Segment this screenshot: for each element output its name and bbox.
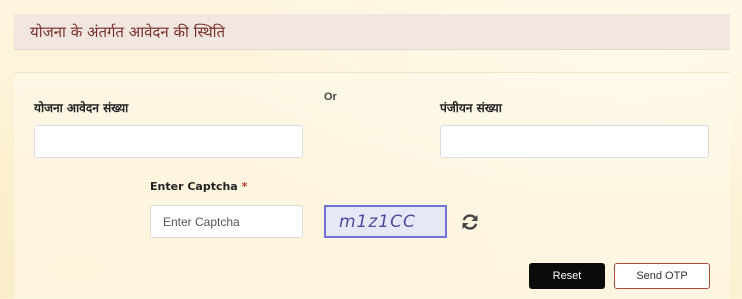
required-asterisk: * <box>241 180 248 193</box>
page-background: योजना के अंतर्गत आवेदन की स्थिति योजना आ… <box>0 0 742 299</box>
reset-button[interactable]: Reset <box>529 263 605 289</box>
or-separator: Or <box>324 91 337 103</box>
page-header: योजना के अंतर्गत आवेदन की स्थिति <box>14 14 730 50</box>
page-title: योजना के अंतर्गत आवेदन की स्थिति <box>30 23 226 41</box>
registration-number-input[interactable] <box>440 125 709 158</box>
refresh-icon[interactable] <box>460 212 480 232</box>
refresh-icon-graphic <box>462 214 478 230</box>
registration-number-label: पंजीयन संख्या <box>440 101 502 115</box>
captcha-label: Enter Captcha * <box>150 180 247 193</box>
send-otp-button[interactable]: Send OTP <box>614 263 710 289</box>
application-number-label: योजना आवेदन संख्या <box>34 101 129 115</box>
application-number-input[interactable] <box>34 125 303 158</box>
captcha-image: m1z1CC <box>324 205 447 238</box>
captcha-image-text: m1z1CC <box>339 212 416 232</box>
captcha-label-text: Enter Captcha <box>150 180 238 193</box>
captcha-input[interactable] <box>150 205 303 238</box>
